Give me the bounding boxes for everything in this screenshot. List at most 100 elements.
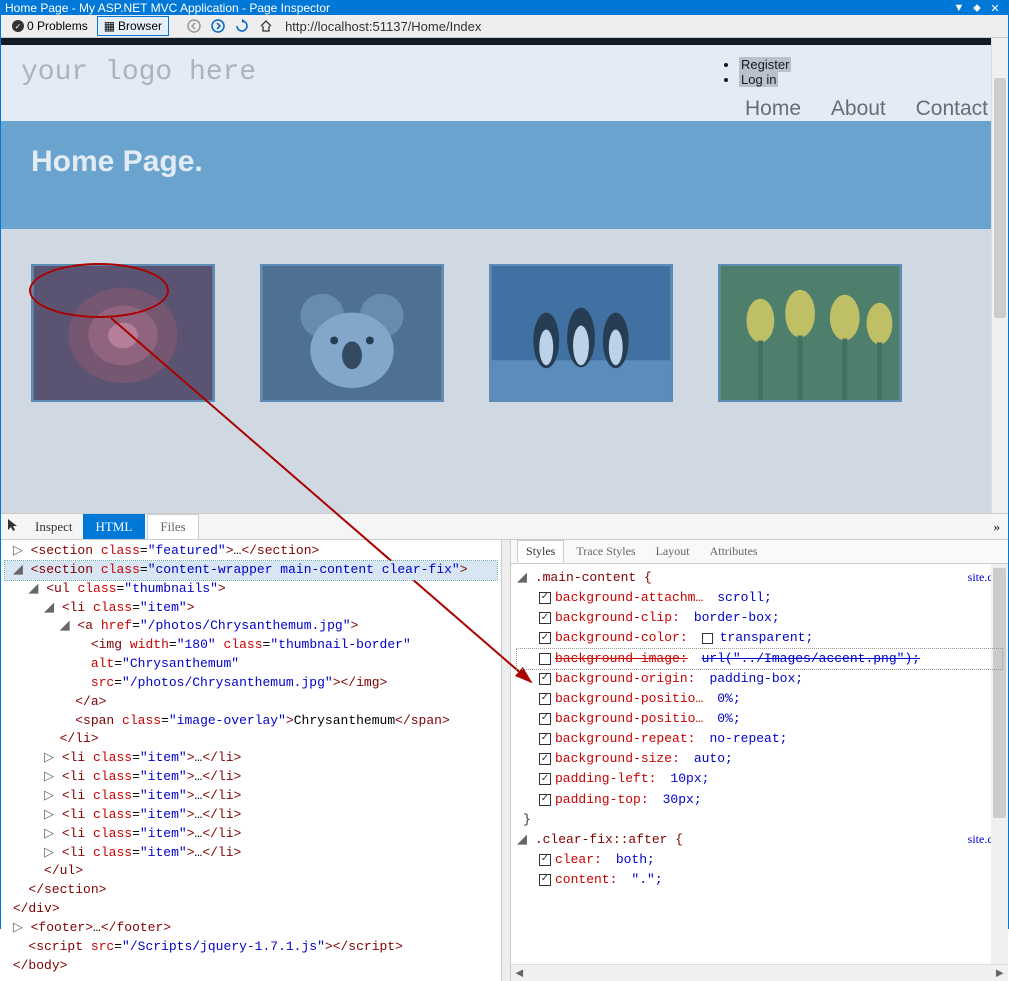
property-checkbox[interactable] <box>539 673 551 685</box>
html-node[interactable]: <li class="item">…</li> <box>62 769 242 784</box>
main-nav: Home About Contact <box>721 97 988 121</box>
window-dropdown-icon[interactable]: ▼ <box>950 2 968 14</box>
html-tree-pane[interactable]: ▷ <section class="featured">…</section> … <box>1 540 501 981</box>
html-node[interactable]: <span class="image-overlay">Chrysanthemu… <box>75 713 450 728</box>
css-property-row[interactable]: background-color: transparent; <box>517 628 1002 648</box>
html-node[interactable]: </li> <box>60 731 99 746</box>
property-checkbox[interactable] <box>539 773 551 785</box>
toolbar: ✓ 0 Problems ▦ Browser http://localhost:… <box>1 15 1008 38</box>
tab-layout[interactable]: Layout <box>648 541 698 562</box>
color-swatch[interactable] <box>702 633 713 644</box>
html-node[interactable]: <li class="item">…</li> <box>62 826 242 841</box>
css-property-row[interactable]: background-attachm… scroll; <box>517 588 1002 608</box>
property-checkbox[interactable] <box>539 592 551 604</box>
css-property-row[interactable]: background-positio… 0%; <box>517 689 1002 709</box>
property-checkbox[interactable] <box>539 753 551 765</box>
hero-heading: Home Page. <box>1 121 1008 229</box>
hscroll-right-icon[interactable]: ► <box>991 966 1008 981</box>
page-top-bar <box>1 38 1008 45</box>
css-property-row[interactable]: background-image: url("../Images/accent.… <box>517 649 1002 669</box>
property-checkbox[interactable] <box>539 693 551 705</box>
css-property-row[interactable]: background-origin: padding-box; <box>517 669 1002 689</box>
devtools-tabbar: Inspect HTML Files » <box>1 514 1008 540</box>
html-node[interactable]: src="/photos/Chrysanthemum.jpg"></img> <box>91 675 387 690</box>
refresh-icon[interactable] <box>231 15 253 37</box>
styles-pane: Styles Trace Styles Layout Attributes si… <box>511 540 1008 981</box>
html-node[interactable]: <li class="item"> <box>62 600 195 615</box>
html-node[interactable]: <section class="featured">…</section> <box>31 543 320 558</box>
tab-attributes[interactable]: Attributes <box>702 541 766 562</box>
thumbnail-tulips[interactable] <box>718 264 902 402</box>
window-pin-icon[interactable]: ⬥ <box>968 2 986 15</box>
html-node[interactable]: </a> <box>75 694 106 709</box>
problems-button[interactable]: ✓ 0 Problems <box>5 16 95 36</box>
property-checkbox[interactable] <box>539 713 551 725</box>
property-checkbox[interactable] <box>539 632 551 644</box>
pane-splitter[interactable] <box>501 540 511 981</box>
css-property-row[interactable]: background-positio… 0%; <box>517 709 1002 729</box>
address-bar[interactable]: http://localhost:51137/Home/Index <box>279 17 1004 36</box>
register-link[interactable]: Register <box>739 57 791 72</box>
html-node[interactable]: <li class="item">…</li> <box>62 845 242 860</box>
property-checkbox[interactable] <box>539 612 551 624</box>
styles-body[interactable]: site.css◢ .main-content { background-att… <box>511 564 1008 964</box>
window-close-icon[interactable]: ✕ <box>986 2 1004 15</box>
html-node[interactable]: <footer>…</footer> <box>31 920 171 935</box>
css-property-row[interactable]: background-size: auto; <box>517 749 1002 769</box>
thumbnail-penguins[interactable] <box>489 264 673 402</box>
nav-home[interactable]: Home <box>745 97 801 120</box>
devtools-chevron-icon[interactable]: » <box>986 515 1009 539</box>
thumbnail-chrysanthemum[interactable] <box>31 264 215 402</box>
css-property-row[interactable]: background-repeat: no-repeat; <box>517 729 1002 749</box>
css-property-row[interactable]: background-clip: border-box; <box>517 608 1002 628</box>
inspect-label[interactable]: Inspect <box>27 515 81 539</box>
html-node[interactable]: <ul class="thumbnails"> <box>46 581 225 596</box>
html-node[interactable]: <script src="/Scripts/jquery-1.7.1.js"><… <box>28 939 403 954</box>
devtools-body: ▷ <section class="featured">…</section> … <box>1 540 1008 981</box>
home-icon[interactable] <box>255 15 277 37</box>
check-icon: ✓ <box>12 20 24 32</box>
thumbnail-koala[interactable] <box>260 264 444 402</box>
problems-label: 0 Problems <box>27 19 88 33</box>
css-property-row[interactable]: padding-left: 10px; <box>517 769 1002 789</box>
css-property-row[interactable]: clear: both; <box>517 850 1002 870</box>
html-node[interactable]: alt="Chrysanthemum" <box>91 656 239 671</box>
content-area: your logo here Register Log in Home Abou… <box>1 38 1008 981</box>
html-node[interactable]: <li class="item">…</li> <box>62 807 242 822</box>
css-property-row[interactable]: padding-top: 30px; <box>517 790 1002 810</box>
css-property-row[interactable]: content: "."; <box>517 870 1002 890</box>
nav-forward-icon[interactable] <box>207 15 229 37</box>
nav-back-icon[interactable] <box>183 15 205 37</box>
rule-selector[interactable]: .clear-fix::after { <box>535 832 683 847</box>
tab-styles[interactable]: Styles <box>517 540 564 563</box>
html-node[interactable]: <img width="180" class="thumbnail-border… <box>91 637 411 652</box>
html-node[interactable]: </div> <box>13 901 60 916</box>
tab-html[interactable]: HTML <box>83 514 146 539</box>
tab-trace-styles[interactable]: Trace Styles <box>568 541 643 562</box>
nav-about[interactable]: About <box>831 97 886 120</box>
rule-selector[interactable]: .main-content { <box>535 570 652 585</box>
styles-hscroll[interactable]: ◄ ► <box>511 964 1008 981</box>
property-checkbox[interactable] <box>539 854 551 866</box>
tab-files[interactable]: Files <box>147 514 198 539</box>
html-node[interactable]: <li class="item">…</li> <box>62 750 242 765</box>
html-node-selected[interactable]: <section class="content-wrapper main-con… <box>31 562 468 577</box>
browser-icon: ▦ <box>104 19 115 33</box>
hscroll-left-icon[interactable]: ◄ <box>511 966 528 981</box>
browser-toggle[interactable]: ▦ Browser <box>97 16 169 36</box>
property-checkbox[interactable] <box>539 653 551 665</box>
property-checkbox[interactable] <box>539 733 551 745</box>
property-checkbox[interactable] <box>539 794 551 806</box>
nav-contact[interactable]: Contact <box>916 97 988 120</box>
html-node[interactable]: <a href="/photos/Chrysanthemum.jpg"> <box>77 618 358 633</box>
html-node[interactable]: </ul> <box>44 863 83 878</box>
property-checkbox[interactable] <box>539 874 551 886</box>
html-node[interactable]: <li class="item">…</li> <box>62 788 242 803</box>
preview-scrollbar[interactable] <box>991 38 1008 513</box>
page-wrap: your logo here Register Log in Home Abou… <box>1 45 1008 121</box>
html-node[interactable]: </section> <box>28 882 106 897</box>
html-node[interactable]: </body> <box>13 958 68 973</box>
inspect-cursor-icon[interactable] <box>5 517 21 537</box>
browser-label: Browser <box>118 19 162 33</box>
login-link[interactable]: Log in <box>739 72 778 87</box>
